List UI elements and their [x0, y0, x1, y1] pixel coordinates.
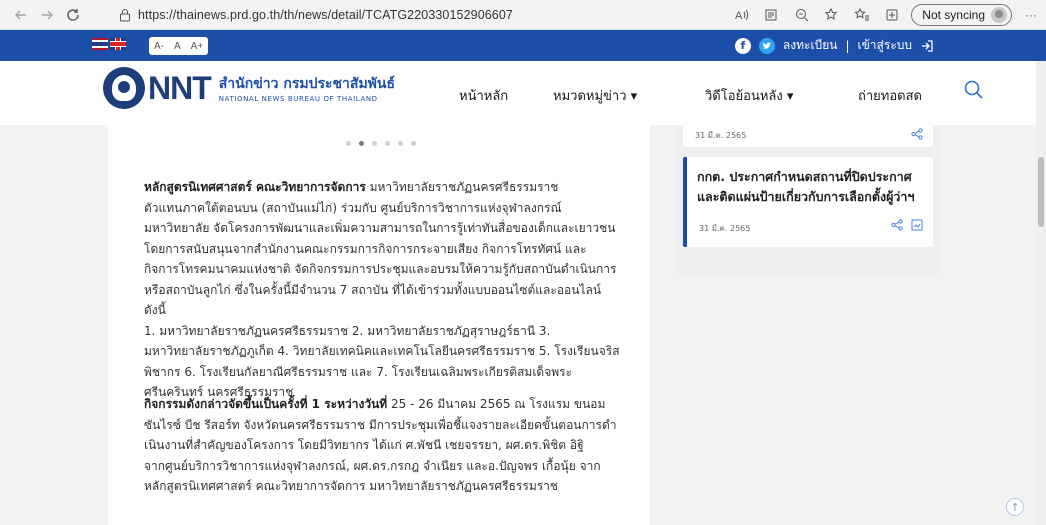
logo-english-name: NATIONAL NEWS BUREAU OF THAILAND [218, 95, 378, 103]
thai-flag-icon[interactable] [92, 38, 108, 50]
carousel-dot-active[interactable] [359, 141, 364, 146]
article-content: หลักสูตรนิเทศศาสตร์ คณะวิทยาการจัดการ มห… [108, 125, 650, 525]
logo-thai-name: สำนักข่าว กรมประชาสัมพันธ์ [218, 76, 396, 92]
article-text: มหาวิทยาลัยราชภัฏนครศรีธรรมราช [365, 180, 559, 194]
article-line: 1. มหาวิทยาลัยราชภัฏนครศรีธรรมราช 2. มหา… [144, 321, 624, 342]
search-icon[interactable] [963, 79, 985, 101]
article-text: 25 - 26 มีนาคม 2565 ณ โรงแรม ขนอม [387, 397, 606, 411]
nav-live[interactable]: ถ่ายทอดสด [858, 85, 922, 106]
related-news-sidebar: 31 มี.ค. 2565 กกต. ประกาศกำหนดสถานที่ปิด… [676, 125, 941, 275]
language-switch[interactable] [92, 38, 126, 50]
url-text[interactable]: https://thainews.prd.go.th/th/news/detai… [138, 8, 513, 22]
avatar [991, 7, 1007, 23]
sync-label: Not syncing [922, 8, 985, 22]
article-text: 1. มหาวิทยาลัยราชภัฏนครศรีธรรมราช 2. มหา… [144, 323, 551, 338]
logo-wordmark: NNT [148, 69, 212, 106]
article-text: จากศูนย์บริการวิชาการแห่งจุฬาลงกรณ์, ผศ.… [144, 458, 601, 473]
font-size-controls: A- A A+ [149, 37, 209, 55]
top-bar: A- A A+ f ลงทะเบียน | เข้าสู่ระบบ [0, 30, 1046, 61]
article-text: พิชากร 6. โรงเรียนกัลยาณีศรีธรรมราช และ … [144, 364, 573, 379]
nav-home[interactable]: หน้าหลัก [459, 85, 508, 106]
article-text: เนินงานที่สำคัญของโครงการ โดยมีวิทยากร ไ… [144, 438, 584, 452]
zoom-icon[interactable] [787, 0, 817, 30]
nav-categories[interactable]: หมวดหมู่ข่าว ▾ [553, 85, 637, 106]
article-line: ซันไรซ์ บีช รีสอร์ท จังหวัดนครศรีธรรมราช… [144, 415, 624, 436]
font-normal-button[interactable]: A [169, 41, 186, 52]
share-icon[interactable] [891, 219, 903, 231]
article-text: กิจการโทรคมนาคมแห่งชาติ จัดกิจกรรมการประ… [144, 262, 617, 276]
article-text: ตัวแทนภาคใต้ตอนบน (สถาบันแม่ไก่) ร่วมกับ… [144, 200, 562, 215]
article-text: หรือสถาบันลูกไก่ ซึ่งในครั้งนี้มีจำนวน 7… [144, 282, 602, 318]
article-paragraph-1: หลักสูตรนิเทศศาสตร์ คณะวิทยาการจัดการ มห… [144, 177, 624, 403]
card-title[interactable]: กกต. ประกาศกำหนดสถานที่ปิดประกาศและติดแผ… [697, 167, 931, 207]
immersive-reader-icon[interactable] [757, 0, 787, 30]
read-aloud-icon[interactable]: A [727, 0, 757, 30]
login-icon[interactable] [920, 39, 934, 53]
article-line: หรือสถาบันลูกไก่ ซึ่งในครั้งนี้มีจำนวน 7… [144, 280, 624, 321]
add-favorite-icon[interactable] [817, 0, 847, 30]
article-line: กิจการโทรคมนาคมแห่งชาติ จัดกิจกรรมการประ… [144, 259, 624, 280]
auth-separator: | [845, 38, 850, 53]
article-text: โดยการสนับสนุนจากสำนักงานคณะกรรมการกิจกา… [144, 241, 587, 256]
article-line: กิจกรรมดังกล่าวจัดขึ้นเป็นครั้งที่ 1 ระห… [144, 394, 624, 415]
favorites-icon[interactable] [847, 0, 877, 30]
carousel-dot[interactable] [385, 141, 390, 146]
carousel-dot[interactable] [372, 141, 377, 146]
register-link[interactable]: ลงทะเบียน [783, 36, 838, 55]
nav-videos[interactable]: วิดีโอย้อนหลัง ▾ [705, 85, 793, 106]
site-header: NNT สำนักข่าว กรมประชาสัมพันธ์ NATIONAL … [0, 61, 1046, 125]
uk-flag-icon[interactable] [110, 38, 126, 50]
logo-emblem-icon [103, 67, 145, 109]
collections-icon[interactable] [877, 0, 907, 30]
scrollbar-thumb[interactable] [1038, 157, 1044, 227]
facebook-icon[interactable]: f [734, 37, 751, 54]
article-line: มหาวิทยาลัย จัดโครงการพัฒนาและเพิ่มความส… [144, 218, 624, 239]
font-increase-button[interactable]: A+ [186, 41, 209, 52]
address-bar[interactable]: https://thainews.prd.go.th/th/news/detai… [118, 4, 688, 26]
forward-icon[interactable] [34, 4, 60, 26]
carousel-dot[interactable] [398, 141, 403, 146]
svg-text:A: A [735, 10, 743, 22]
site-logo[interactable]: NNT สำนักข่าว กรมประชาสัมพันธ์ NATIONAL … [103, 67, 395, 109]
browser-toolbar: https://thainews.prd.go.th/th/news/detai… [0, 0, 1046, 30]
more-menu-icon[interactable]: ··· [1020, 0, 1042, 30]
back-to-top-icon[interactable]: ↑ [1006, 498, 1024, 516]
article-text: มหาวิทยาลัย จัดโครงการพัฒนาและเพิ่มความส… [144, 221, 616, 235]
page-body: หลักสูตรนิเทศศาสตร์ คณะวิทยาการจัดการ มห… [0, 125, 1046, 525]
share-icon[interactable] [911, 128, 923, 140]
article-line: จากศูนย์บริการวิชาการแห่งจุฬาลงกรณ์, ผศ.… [144, 456, 624, 477]
related-news-card[interactable]: 31 มี.ค. 2565 [683, 125, 933, 147]
carousel-dots [346, 141, 416, 146]
card-date: 31 มี.ค. 2565 [695, 131, 747, 140]
article-line: มหาวิทยาลัยราชภัฏภูเก็ต 4. วิทยาลัยเทคนิ… [144, 341, 624, 362]
article-text: หลักสูตรนิเทศศาสตร์ คณะวิทยาการจัดการ มห… [144, 479, 559, 493]
carousel-dot[interactable] [346, 141, 351, 146]
article-text: มหาวิทยาลัยราชภัฏภูเก็ต 4. วิทยาลัยเทคนิ… [144, 344, 620, 358]
article-line: หลักสูตรนิเทศศาสตร์ คณะวิทยาการจัดการ มห… [144, 177, 624, 198]
article-line: ตัวแทนภาคใต้ตอนบน (สถาบันแม่ไก่) ร่วมกับ… [144, 198, 624, 219]
font-decrease-button[interactable]: A- [149, 41, 169, 52]
article-line: พิชากร 6. โรงเรียนกัลยาณีศรีธรรมราช และ … [144, 362, 624, 383]
reload-icon[interactable] [60, 4, 86, 26]
page-scrollbar[interactable] [1036, 61, 1046, 525]
lock-icon[interactable] [118, 8, 132, 22]
related-news-card[interactable]: กกต. ประกาศกำหนดสถานที่ปิดประกาศและติดแผ… [683, 157, 933, 247]
twitter-icon[interactable] [758, 37, 775, 54]
card-date: 31 มี.ค. 2565 [699, 224, 751, 233]
article-line: โดยการสนับสนุนจากสำนักงานคณะกรรมการกิจกา… [144, 239, 624, 260]
bookmark-icon[interactable] [911, 219, 923, 231]
article-paragraph-2: กิจกรรมดังกล่าวจัดขึ้นเป็นครั้งที่ 1 ระห… [144, 394, 624, 497]
sync-button[interactable]: Not syncing [911, 4, 1012, 26]
article-line: เนินงานที่สำคัญของโครงการ โดยมีวิทยากร ไ… [144, 435, 624, 456]
article-text: ซันไรซ์ บีช รีสอร์ท จังหวัดนครศรีธรรมราช… [144, 417, 617, 432]
back-icon[interactable] [8, 4, 34, 26]
article-lead-text: หลักสูตรนิเทศศาสตร์ คณะวิทยาการจัดการ [144, 180, 366, 194]
login-link[interactable]: เข้าสู่ระบบ [858, 36, 913, 55]
carousel-dot[interactable] [411, 141, 416, 146]
article-lead-text: กิจกรรมดังกล่าวจัดขึ้นเป็นครั้งที่ 1 ระห… [144, 397, 388, 411]
article-line: หลักสูตรนิเทศศาสตร์ คณะวิทยาการจัดการ มห… [144, 476, 624, 497]
